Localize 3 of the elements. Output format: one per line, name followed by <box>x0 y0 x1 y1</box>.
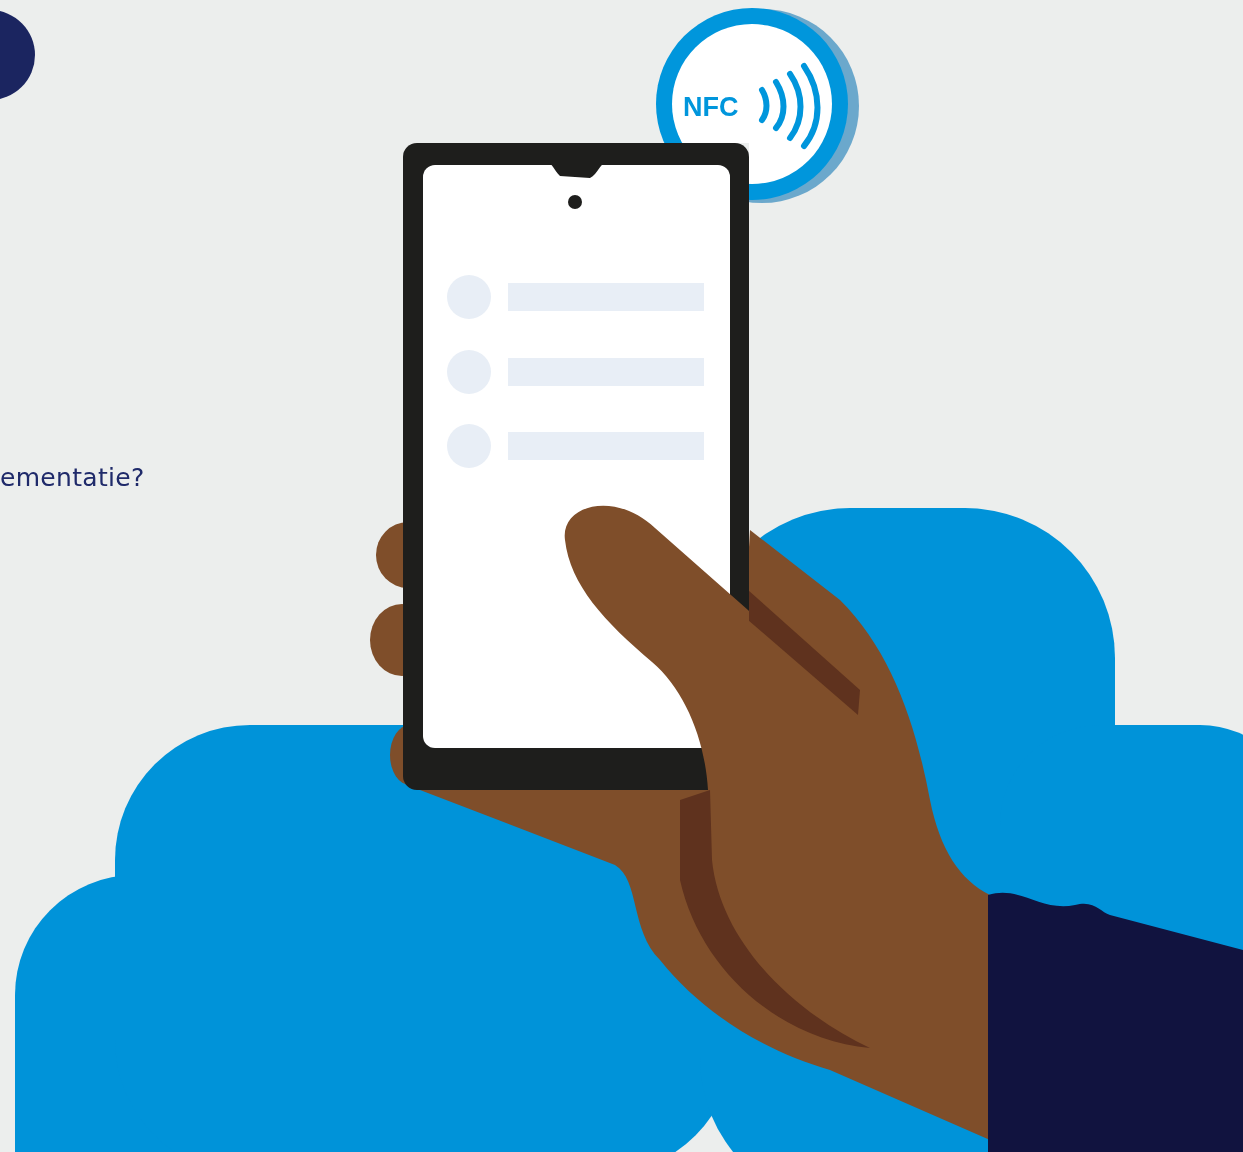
nfc-label: NFC <box>683 92 739 122</box>
question-text: ementatie? <box>0 463 145 492</box>
signal-waves-icon <box>759 63 821 149</box>
